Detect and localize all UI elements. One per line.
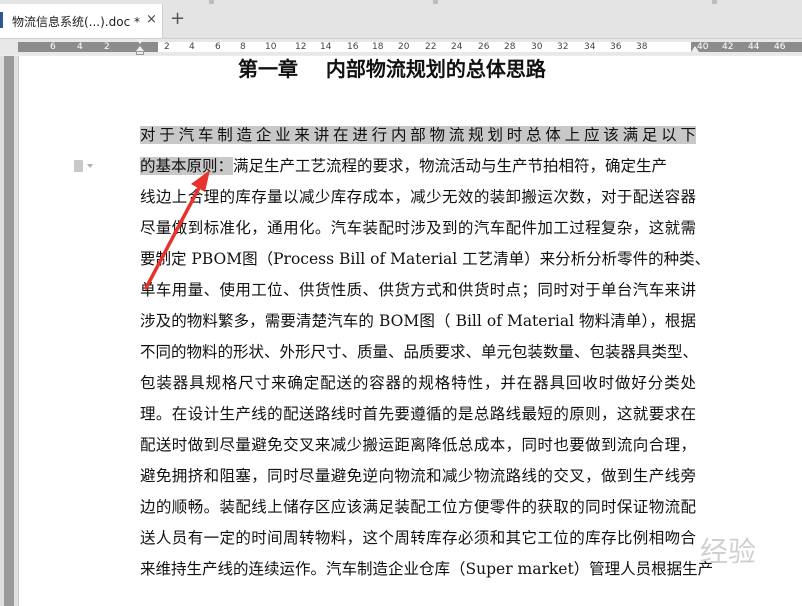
tab-bar-tick bbox=[209, 0, 214, 4]
ruler-number: 24 bbox=[451, 42, 463, 52]
text-line[interactable]: 配送时做到尽量避免交叉来减少搬运距离降低总成本，同时也要做到流向合理， bbox=[140, 430, 696, 461]
ruler-number: 20 bbox=[398, 42, 410, 52]
vertical-ruler bbox=[0, 56, 19, 606]
ruler-number: 38 bbox=[636, 42, 648, 52]
text-line[interactable]: 的基本原则：满足生产工艺流程的要求，物流活动与生产节拍相符，确定生产 bbox=[140, 151, 696, 182]
ruler-number: 30 bbox=[531, 42, 543, 52]
text-line[interactable]: 不同的物料的形状、外形尺寸、质量、品质要求、单元包装数量、包装器具类型、 bbox=[140, 337, 698, 368]
selected-text[interactable]: 对于汽车制造企业来讲在进行内部物流规划时总体上应该满足以下 bbox=[140, 126, 696, 144]
ruler-number: 16 bbox=[347, 42, 359, 52]
ruler-number: 36 bbox=[610, 42, 622, 52]
document-tab-title: 物流信息系统(...).doc * bbox=[12, 15, 140, 29]
ruler-number: 14 bbox=[320, 42, 332, 52]
ruler-number: 8 bbox=[240, 42, 246, 52]
watermark: 经验 bbox=[700, 535, 757, 568]
ruler-number: 44 bbox=[748, 42, 760, 52]
text-line[interactable]: 线边上合理的库存量以减少库存成本，减少无效的装卸搬运次数，对于配送容器 bbox=[140, 182, 696, 213]
paragraph-layout-icon[interactable] bbox=[74, 160, 98, 174]
text-line[interactable]: 涉及的物料繁多，需要清楚汽车的 BOM图（ Bill of Material 物… bbox=[140, 306, 696, 337]
ruler-number: 2 bbox=[104, 42, 110, 52]
ruler-number: 2 bbox=[164, 42, 170, 52]
horizontal-ruler[interactable]: 6 4 2 2 4 6 8 10 12 14 16 18 20 22 24 26 28 30 32 34 36 38 40 4… bbox=[0, 39, 802, 55]
indent-marker[interactable] bbox=[136, 39, 144, 55]
tab-bar-tick bbox=[712, 0, 717, 4]
selected-text[interactable]: 的基本原则： bbox=[140, 157, 234, 175]
text-line[interactable]: 避免拥挤和阻塞，同时尽量避免逆向物流和减少物流路线的交叉，做到生产线旁 bbox=[140, 461, 696, 492]
text-line[interactable]: 尽量做到标准化，通用化。汽车装配时涉及到的汽车配件加工过程复杂，这就需 bbox=[140, 213, 696, 244]
tab-bar: 物流信息系统(...).doc * × + bbox=[0, 0, 802, 39]
ruler-number: 4 bbox=[77, 42, 83, 52]
text-line[interactable]: 对于汽车制造企业来讲在进行内部物流规划时总体上应该满足以下 bbox=[140, 120, 696, 151]
text-run[interactable]: 满足生产工艺流程的要求，物流活动与生产节拍相符，确定生产 bbox=[233, 157, 667, 175]
ruler-number: 22 bbox=[425, 42, 437, 52]
ruler-number: 42 bbox=[722, 42, 734, 52]
ruler-number: 46 bbox=[774, 42, 786, 52]
chapter-heading[interactable]: 第一章 内部物流规划的总体思路 bbox=[238, 56, 546, 82]
document-icon bbox=[0, 12, 3, 28]
ruler-number: 18 bbox=[372, 42, 384, 52]
text-line[interactable]: 要制定 PBOM图（Process Bill of Material 工艺清单）… bbox=[140, 244, 710, 275]
ruler-number: 34 bbox=[584, 42, 596, 52]
ruler-number: 12 bbox=[295, 42, 307, 52]
vertical-ruler-track bbox=[4, 56, 14, 606]
chevron-down-icon bbox=[87, 164, 93, 168]
ruler-number: 32 bbox=[557, 42, 569, 52]
document-body[interactable]: 对于汽车制造企业来讲在进行内部物流规划时总体上应该满足以下 的基本原则：满足生产… bbox=[140, 120, 713, 585]
text-line[interactable]: 单车用量、使用工位、供货性质、供货方式和供货时点；同时对于单台汽车来讲 bbox=[140, 275, 696, 306]
ruler-number: 26 bbox=[478, 42, 490, 52]
text-line[interactable]: 理。在设计生产线的配送路线时首先要遵循的是总路线最短的原则，这就要求在 bbox=[140, 399, 696, 430]
ruler-number: 10 bbox=[265, 42, 277, 52]
ruler-number: 4 bbox=[189, 42, 195, 52]
text-line[interactable]: 来维持生产线的连续运作。汽车制造企业仓库（Super market）管理人员根据… bbox=[140, 554, 713, 585]
text-line[interactable]: 边的顺畅。装配线上储存区应该满足装配工位方便零件的获取的同时保证物流配 bbox=[140, 492, 696, 523]
ruler-number: 28 bbox=[504, 42, 516, 52]
text-line[interactable]: 包装器具规格尺寸来确定配送的容器的规格特性，并在器具回收时做好分类处 bbox=[140, 368, 696, 399]
ruler-number: 6 bbox=[215, 42, 221, 52]
close-tab-icon[interactable]: × bbox=[146, 12, 157, 27]
text-line[interactable]: 送人员有一定的时间周转物料，这个周转库存必须和其它工位的库存比例相吻合 bbox=[140, 523, 696, 554]
new-tab-icon[interactable]: + bbox=[170, 10, 185, 28]
tab-bar-tick bbox=[433, 0, 438, 4]
right-indent-marker[interactable] bbox=[691, 46, 699, 52]
document-tab[interactable]: 物流信息系统(...).doc * × bbox=[0, 4, 163, 38]
ruler-number: 6 bbox=[50, 42, 56, 52]
